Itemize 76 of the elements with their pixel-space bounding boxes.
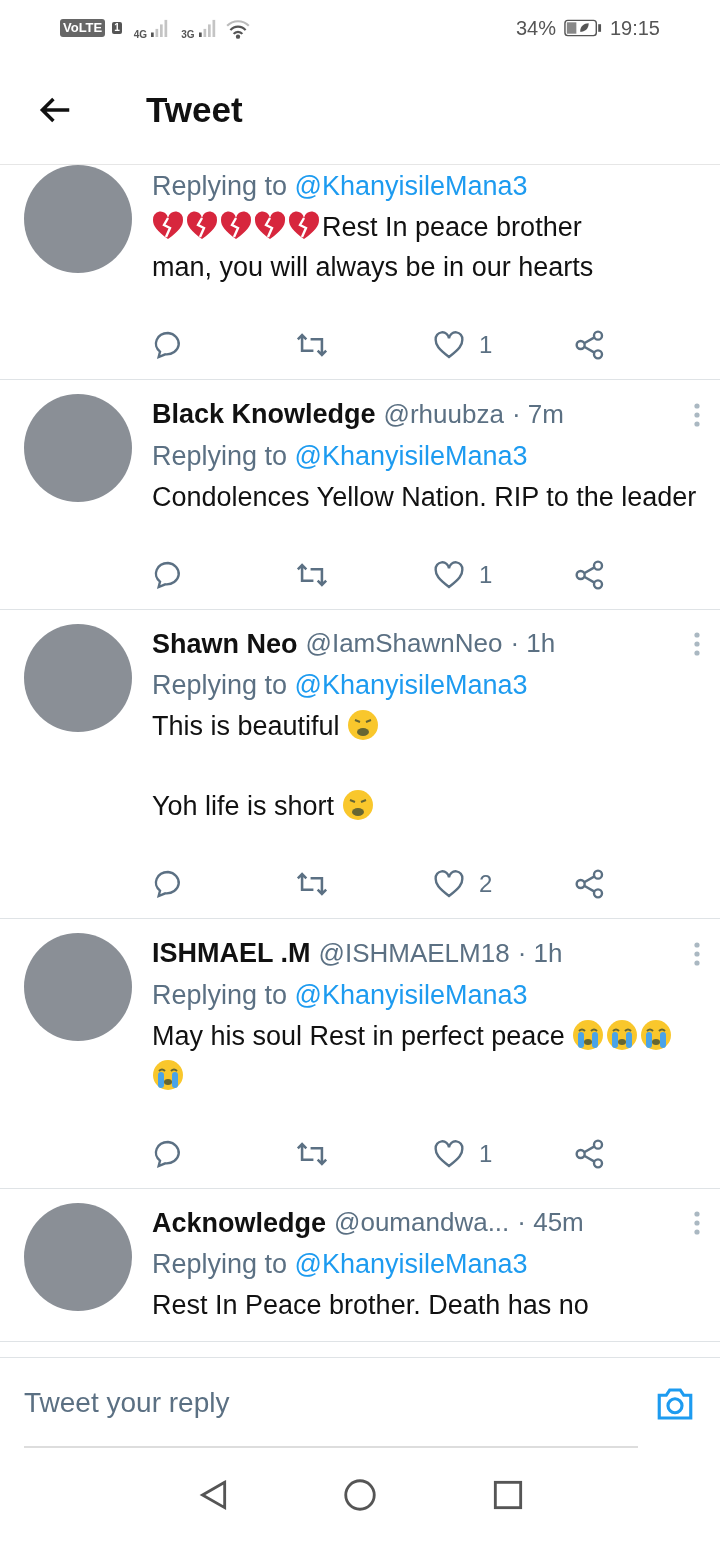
weary-face-icon (341, 789, 374, 821)
share-button[interactable] (574, 1137, 606, 1170)
tweet-text: This is beautiful (152, 711, 340, 741)
tweet-text: May his soul Rest in perfect peace (152, 1020, 565, 1051)
share-icon (574, 558, 606, 591)
mention-link[interactable]: @KhanyisileMana3 (294, 670, 528, 700)
kebab-menu-icon (694, 402, 700, 427)
share-icon (574, 868, 606, 900)
author-handle: @oumandwa... (334, 1206, 510, 1240)
sim-number: 1 (112, 21, 122, 34)
replying-to-text: Replying to @KhanyisileMana3 (152, 170, 529, 203)
signal-icon (151, 18, 170, 37)
tweet-time: · 1h (517, 936, 563, 970)
tweet-text: Rest In peace brother (322, 212, 582, 242)
share-button[interactable] (574, 329, 606, 361)
mention-link[interactable]: @KhanyisileMana3 (294, 171, 528, 201)
kebab-menu-icon (694, 941, 700, 966)
battery-percent: 34% (515, 15, 556, 41)
tweet-text: Condolences Yellow Nation. RIP to the leader (152, 481, 697, 512)
share-button[interactable] (574, 558, 606, 591)
like-count: 1 (479, 1138, 493, 1169)
share-button[interactable] (574, 868, 606, 900)
like-button[interactable]: 1 (433, 1135, 493, 1172)
battery-icon (563, 17, 602, 38)
heart-icon (433, 1137, 465, 1170)
author-name: Shawn Neo (152, 627, 298, 661)
crying-face-icon (606, 1018, 639, 1051)
page-title: Tweet (146, 88, 243, 131)
mention-link[interactable]: @KhanyisileMana3 (294, 440, 528, 471)
home-nav-button[interactable] (341, 1476, 379, 1514)
broken-heart-icon (220, 210, 252, 242)
home-circle-icon (341, 1476, 379, 1514)
heart-icon (433, 868, 465, 900)
like-count: 2 (479, 869, 493, 899)
replying-to-text: Replying to @KhanyisileMana3 (152, 1248, 529, 1281)
broken-heart-icon (254, 210, 286, 242)
tweet-text: Yoh life is short (152, 791, 335, 821)
replying-to-text: Replying to @KhanyisileMana3 (152, 669, 529, 702)
author-name: ISHMAEL .M (152, 937, 311, 970)
author-name: Black Knowledge (152, 398, 376, 431)
replying-to-text: Replying to @KhanyisileMana3 (152, 978, 529, 1012)
mention-link[interactable]: @KhanyisileMana3 (294, 1249, 528, 1279)
kebab-menu-icon (694, 632, 700, 657)
network-type: 4G (133, 28, 148, 42)
signal-icon (198, 18, 217, 37)
heart-icon (433, 329, 465, 361)
share-icon (574, 1137, 606, 1170)
network-type: 3G (181, 28, 195, 42)
author-name: Acknowledge (152, 1206, 327, 1240)
like-count: 1 (479, 330, 493, 360)
like-count: 1 (479, 559, 493, 590)
volte-badge: VoLTE (60, 18, 106, 37)
clock-time: 19:15 (609, 15, 660, 41)
crying-face-icon (640, 1018, 673, 1051)
crying-face-icon (152, 1058, 184, 1091)
like-button[interactable]: 1 (433, 556, 493, 593)
tweet-text: Rest In Peace brother. Death has no (152, 1290, 589, 1320)
author-handle: @rhuubza (383, 397, 504, 431)
broken-heart-icon (186, 210, 218, 242)
broken-heart-icon (288, 210, 320, 242)
tweet-time: · 45m (517, 1206, 584, 1240)
author-handle: @ISHMAELM18 (318, 936, 510, 970)
tweet-time: · 1h (510, 627, 556, 661)
like-button[interactable]: 1 (433, 327, 493, 363)
broken-heart-icon (152, 210, 184, 242)
replying-to-text: Replying to @KhanyisileMana3 (152, 439, 529, 473)
crying-face-icon (572, 1018, 605, 1051)
tweet-time: · 7m (511, 397, 564, 431)
heart-icon (433, 558, 465, 591)
kebab-menu-icon (694, 1211, 700, 1236)
weary-face-icon (347, 709, 380, 741)
author-handle: @IamShawnNeo (305, 627, 503, 661)
tweet-text: man, you will always be in our hearts (152, 252, 594, 282)
mention-link[interactable]: @KhanyisileMana3 (294, 979, 528, 1010)
like-button[interactable]: 2 (433, 866, 493, 902)
share-icon (574, 329, 606, 361)
